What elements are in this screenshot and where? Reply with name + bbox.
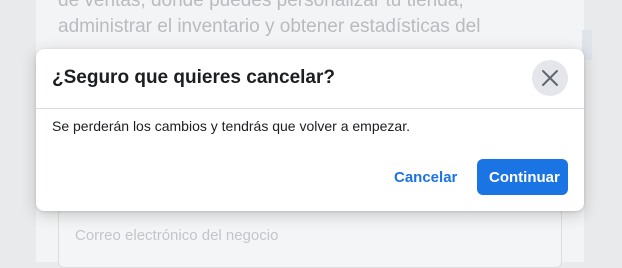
close-icon [542, 70, 558, 86]
dialog-header: ¿Seguro que quieres cancelar? [36, 49, 584, 109]
dialog-message: Se perderán los cambios y tendrás que vo… [52, 118, 410, 134]
continue-button[interactable]: Continuar [477, 159, 568, 195]
business-email-placeholder: Correo electrónico del negocio [75, 227, 279, 244]
background-intro-text: de ventas, donde puedes personalizar tu … [58, 0, 481, 37]
close-button[interactable] [532, 60, 568, 96]
business-email-field: Correo electrónico del negocio [58, 208, 562, 268]
cancel-confirmation-dialog: ¿Seguro que quieres cancelar? Se perderá… [36, 49, 584, 211]
cancel-button[interactable]: Cancelar [382, 159, 466, 195]
dialog-title: ¿Seguro que quieres cancelar? [52, 67, 335, 88]
